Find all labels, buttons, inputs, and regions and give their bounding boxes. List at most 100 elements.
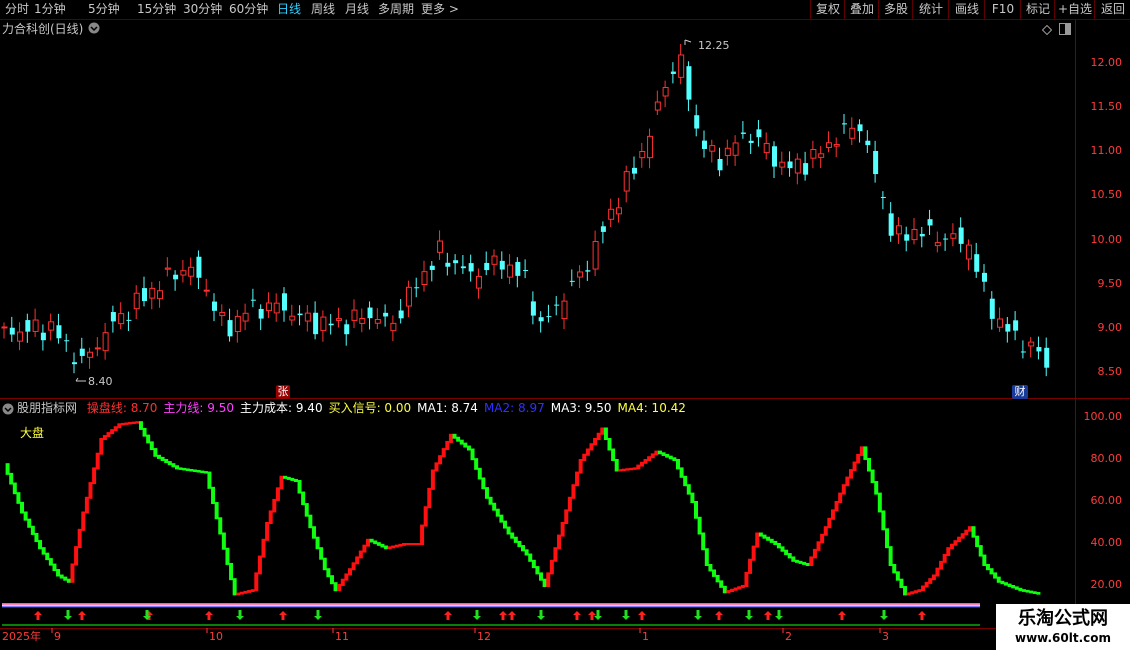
indicator-bar xyxy=(719,580,724,588)
indicator-bar xyxy=(38,540,43,550)
indicator-bar xyxy=(582,453,587,461)
indicator-bar xyxy=(672,457,677,461)
indicator-bar xyxy=(394,544,399,548)
indicator-bar xyxy=(124,422,129,425)
buy-arrow-icon xyxy=(508,611,516,620)
indicator-bar xyxy=(384,545,389,550)
indicator-bar xyxy=(549,559,554,575)
indicator-bar xyxy=(513,536,518,543)
indicator-bar xyxy=(456,436,461,442)
indicator-bar xyxy=(427,487,432,509)
indicator-bar xyxy=(971,526,976,538)
indicator-bar xyxy=(200,470,205,474)
indicator-bar xyxy=(809,556,814,566)
indicator-bar xyxy=(9,472,14,485)
indicator-bar xyxy=(524,549,529,556)
y-tick: 20.00 xyxy=(1090,578,1123,591)
indicator-bar xyxy=(978,545,983,557)
indicator-bar xyxy=(506,526,511,535)
indicator-bar xyxy=(895,571,900,581)
indicator-bar xyxy=(502,520,507,529)
indicator-bar xyxy=(207,471,212,489)
buy-arrow-icon xyxy=(638,611,646,620)
buy-arrow-icon xyxy=(499,611,507,620)
indicator-bar xyxy=(679,467,684,478)
indicator-bar xyxy=(275,487,280,501)
indicator-bar xyxy=(975,535,980,548)
buy-arrow-icon xyxy=(279,611,287,620)
indicator-bar xyxy=(1014,586,1019,590)
indicator-bar xyxy=(841,484,846,495)
indicator-bar xyxy=(585,448,590,456)
indicator-bar xyxy=(531,559,536,569)
indicator-bar xyxy=(308,514,313,529)
buy-arrow-icon xyxy=(918,611,926,620)
buy-arrow-icon xyxy=(588,611,596,620)
indicator-bar xyxy=(917,589,922,593)
indicator-bar xyxy=(636,464,641,470)
event-marker-zhang[interactable]: 张 xyxy=(276,385,290,399)
indicator-bar xyxy=(297,480,302,494)
indicator-bar xyxy=(225,547,230,565)
y-tick: 11.00 xyxy=(1090,144,1123,157)
indicator-bar xyxy=(95,452,100,470)
indicator-bar xyxy=(989,568,994,575)
indicator-bar xyxy=(99,438,104,455)
indicator-bar xyxy=(589,443,594,451)
indicator-bar xyxy=(438,455,443,465)
indicator-bar xyxy=(838,492,843,503)
indicator-bar xyxy=(996,576,1001,583)
indicator-bar xyxy=(618,469,623,472)
indicator-bar xyxy=(495,508,500,517)
indicator-bar xyxy=(319,547,324,560)
indicator-bar xyxy=(409,543,414,545)
event-marker-cai[interactable]: 财 xyxy=(1012,385,1028,399)
indicator-bar xyxy=(704,548,709,566)
indicator-bar xyxy=(1029,590,1034,594)
indicator-bar xyxy=(949,543,954,550)
indicator-bar xyxy=(517,540,522,548)
indicator-bar xyxy=(441,448,446,458)
indicator-bar xyxy=(196,470,201,473)
indicator-bar xyxy=(30,525,35,535)
indicator-bar xyxy=(63,576,68,581)
indicator-bar xyxy=(337,583,342,592)
indicator-bar xyxy=(48,558,53,566)
indicator-bar xyxy=(931,574,936,581)
indicator-bar xyxy=(257,555,262,575)
indicator-chart[interactable] xyxy=(0,399,1075,628)
indicator-bar xyxy=(758,532,763,537)
indicator-bar xyxy=(366,538,371,547)
indicator-bar xyxy=(488,496,493,505)
indicator-bar xyxy=(816,541,821,551)
indicator-bar xyxy=(694,501,698,519)
indicator-bar xyxy=(578,459,583,474)
indicator-bar xyxy=(697,516,702,535)
indicator-bar xyxy=(557,534,562,550)
indicator-bar xyxy=(52,563,57,572)
indicator-bar xyxy=(791,556,796,562)
indicator-bar xyxy=(510,532,515,539)
indicator-bar xyxy=(272,498,277,513)
indicator-bar xyxy=(326,568,331,578)
indicator-bar xyxy=(748,558,753,574)
sell-arrow-icon xyxy=(622,610,630,620)
indicator-bar xyxy=(1018,587,1023,592)
indicator-bar xyxy=(405,543,410,545)
indicator-bar xyxy=(910,591,915,595)
indicator-bar xyxy=(1032,591,1037,594)
indicator-bar xyxy=(448,433,453,443)
indicator-bar xyxy=(1011,585,1016,589)
back-button[interactable]: 返回 xyxy=(1094,0,1130,19)
buy-arrow-icon xyxy=(715,611,723,620)
indicator-bar xyxy=(481,477,486,490)
y-tick: 12.00 xyxy=(1090,56,1123,69)
indicator-bar xyxy=(301,491,306,506)
indicator-bar xyxy=(654,450,659,456)
sell-arrow-icon xyxy=(694,610,702,620)
buy-arrow-icon xyxy=(34,611,42,620)
indicator-bar xyxy=(787,553,792,559)
indicator-bar xyxy=(193,469,198,473)
indicator-bar xyxy=(903,586,908,596)
x-axis-ticks xyxy=(51,628,881,633)
